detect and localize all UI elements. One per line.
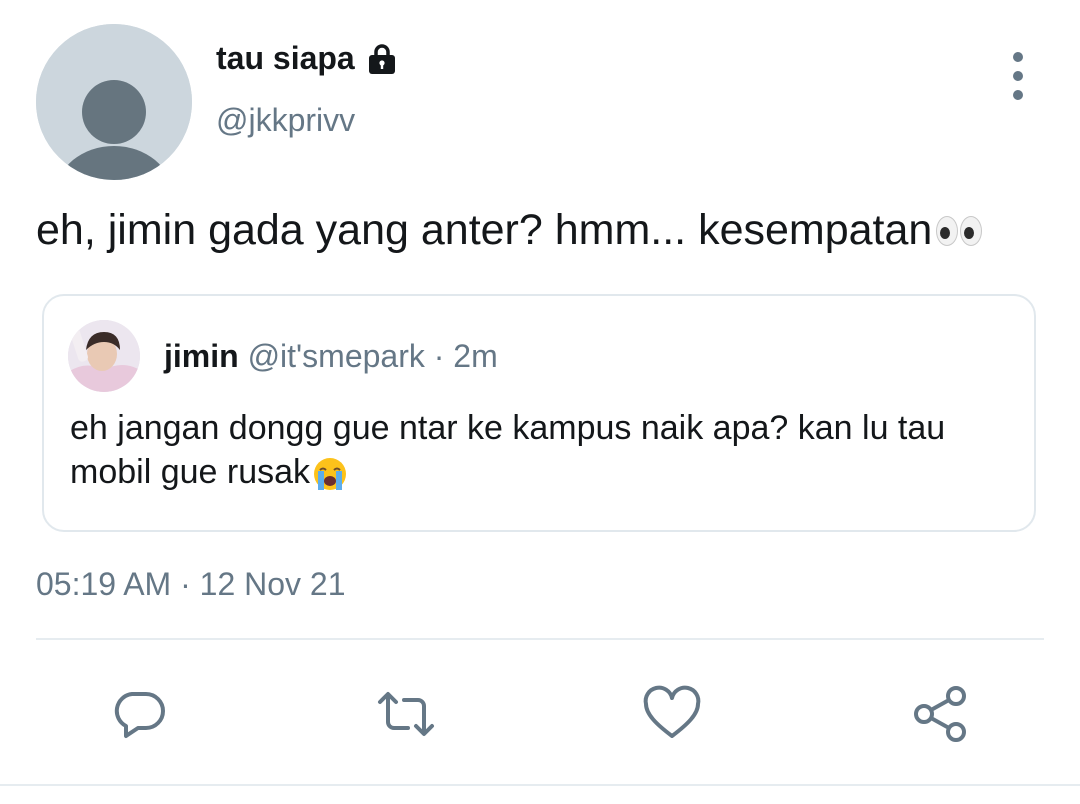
reply-button[interactable] <box>110 684 170 744</box>
profile-photo <box>68 320 140 392</box>
eye-shape <box>936 215 959 246</box>
retweet-icon <box>378 692 434 736</box>
share-icon <box>914 686 966 742</box>
default-avatar[interactable] <box>36 24 192 180</box>
quoted-tweet-header: jimin @it'smepark · 2m <box>164 338 498 375</box>
tweet-detail: tau siapa @jkkprivv eh, jimin gada yang … <box>0 0 1080 804</box>
like-button[interactable] <box>642 684 702 744</box>
quoted-tweet-time: 2m <box>453 338 498 374</box>
more-vertical-icon-dot <box>1013 71 1023 81</box>
more-vertical-icon <box>1013 52 1023 62</box>
default-profile-icon <box>36 24 192 180</box>
quoted-author-avatar[interactable] <box>68 320 140 392</box>
loudly-crying-face-emoji <box>312 456 348 492</box>
quoted-author-name: jimin <box>164 338 239 374</box>
more-vertical-icon-dot <box>1013 90 1023 100</box>
lock-icon <box>365 42 399 76</box>
eyes-emoji <box>936 215 983 246</box>
heart-icon <box>643 685 701 738</box>
author-display-name[interactable]: tau siapa <box>216 40 355 77</box>
divider <box>36 638 1044 640</box>
author-name-row: tau siapa <box>216 40 399 77</box>
eye-shape <box>960 215 983 246</box>
bottom-divider <box>0 784 1080 786</box>
quoted-author-handle: @it'smepark <box>247 338 425 374</box>
header-separator: · <box>433 338 445 374</box>
tweet-timestamp[interactable]: 05:19 AM · 12 Nov 21 <box>36 566 346 603</box>
quoted-tweet-text: eh jangan dongg gue ntar ke kampus naik … <box>70 406 1010 494</box>
tweet-body: eh, jimin gada yang anter? hmm... kesemp… <box>36 206 933 254</box>
comment-icon <box>114 692 165 738</box>
quoted-tweet-card[interactable]: jimin @it'smepark · 2m eh jangan dongg g… <box>42 294 1036 532</box>
quoted-tweet-body: eh jangan dongg gue ntar ke kampus naik … <box>70 409 946 491</box>
author-handle[interactable]: @jkkprivv <box>216 102 355 139</box>
tweet-text: eh, jimin gada yang anter? hmm... kesemp… <box>36 206 983 255</box>
more-options-button[interactable] <box>996 52 1040 100</box>
retweet-button[interactable] <box>376 684 436 744</box>
share-button[interactable] <box>910 684 970 744</box>
